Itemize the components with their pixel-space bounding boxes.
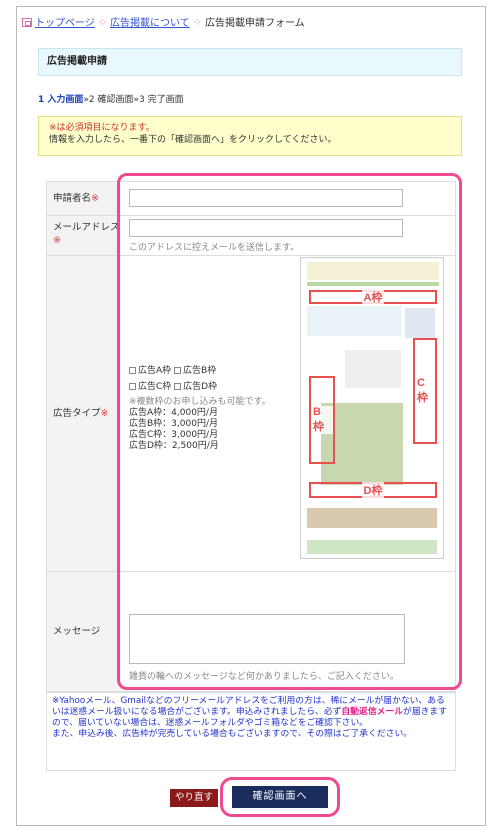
thumb-side-photo [405,308,435,338]
reset-button[interactable]: やり直す [170,789,218,807]
breadcrumb: トップページ ⁘ 広告掲載について ⁘ 広告掲載申請フォーム [22,14,305,29]
notice-box: ※は必須項目になります。 情報を入力したら、一番下の「確認画面へ」をクリックして… [38,116,462,156]
option-c-label: 広告C枠 [138,382,172,392]
message-field-cell: 雑貨の輪へのメッセージなど何かありましたら、ご記入ください。 [121,572,455,691]
freemail-warning: ※Yahooメール、Gmailなどのフリーメールアドレスをご利用の方は、稀にメー… [46,692,456,743]
zone-c-marker: C枠 [413,338,437,444]
ad-type-label: 広告タイプ※ [47,256,121,571]
email-row: メールアドレス※ このアドレスに控えメールを送信します。 [47,216,455,256]
message-textarea[interactable] [129,614,405,664]
option-d-checkbox[interactable] [174,383,182,390]
breadcrumb-separator-icon: ⁘ [97,16,108,29]
option-c-checkbox[interactable] [129,383,136,390]
name-field-cell [121,182,455,215]
option-b-label: 広告B枠 [183,366,217,376]
thumb-header [307,262,439,280]
email-hint: このアドレスに控えメールを送信します。 [129,243,300,253]
notice-instruction: 情報を入力したら、一番下の「確認画面へ」をクリックしてください。 [49,135,337,145]
zone-b-marker: B枠 [309,376,335,464]
thumb-nav [307,282,439,286]
option-d-label: 広告D枠 [183,382,218,392]
page-title: 広告掲載申請 [38,48,462,76]
email-field-cell: このアドレスに控えメールを送信します。 [121,216,455,255]
thumb-product-block [345,350,401,388]
option-a-checkbox[interactable] [129,367,136,374]
name-input[interactable] [129,189,403,207]
confirm-button[interactable]: 確認画面へ [232,786,328,808]
home-icon [22,18,32,27]
thumb-photo-strip [307,508,437,528]
option-a-label: 広告A枠 [138,366,172,376]
zone-d-marker: D枠 [309,482,437,498]
step-rest: »2 確認画面»3 完了画面 [83,95,184,105]
ad-layout-thumbnail: A枠 B枠 C枠 D枠 [300,257,444,559]
zone-a-marker: A枠 [309,289,437,305]
email-label: メールアドレス※ [47,216,121,255]
breadcrumb-home-link[interactable]: トップページ [35,18,95,29]
option-b-checkbox[interactable] [174,367,182,374]
breadcrumb-current: 広告掲載申請フォーム [204,18,305,29]
step-current: 1 入力画面 [38,95,84,105]
step-indicator: 1 入力画面»2 確認画面»3 完了画面 [38,92,184,105]
name-label: 申請者名※ [47,182,121,215]
notice-required: ※は必須項目になります。 [49,123,155,133]
thumb-footer [307,540,437,554]
email-input[interactable] [129,219,403,237]
message-hint: 雑貨の輪へのメッセージなど何かありましたら、ご記入ください。 [129,672,399,682]
message-row: メッセージ 雑貨の輪へのメッセージなど何かありましたら、ご記入ください。 [47,572,455,692]
breadcrumb-about-link[interactable]: 広告掲載について [110,18,190,29]
message-label: メッセージ [47,572,121,691]
breadcrumb-separator-icon: ⁘ [192,16,202,29]
thumb-main-top [307,306,401,336]
name-row: 申請者名※ [47,182,455,216]
